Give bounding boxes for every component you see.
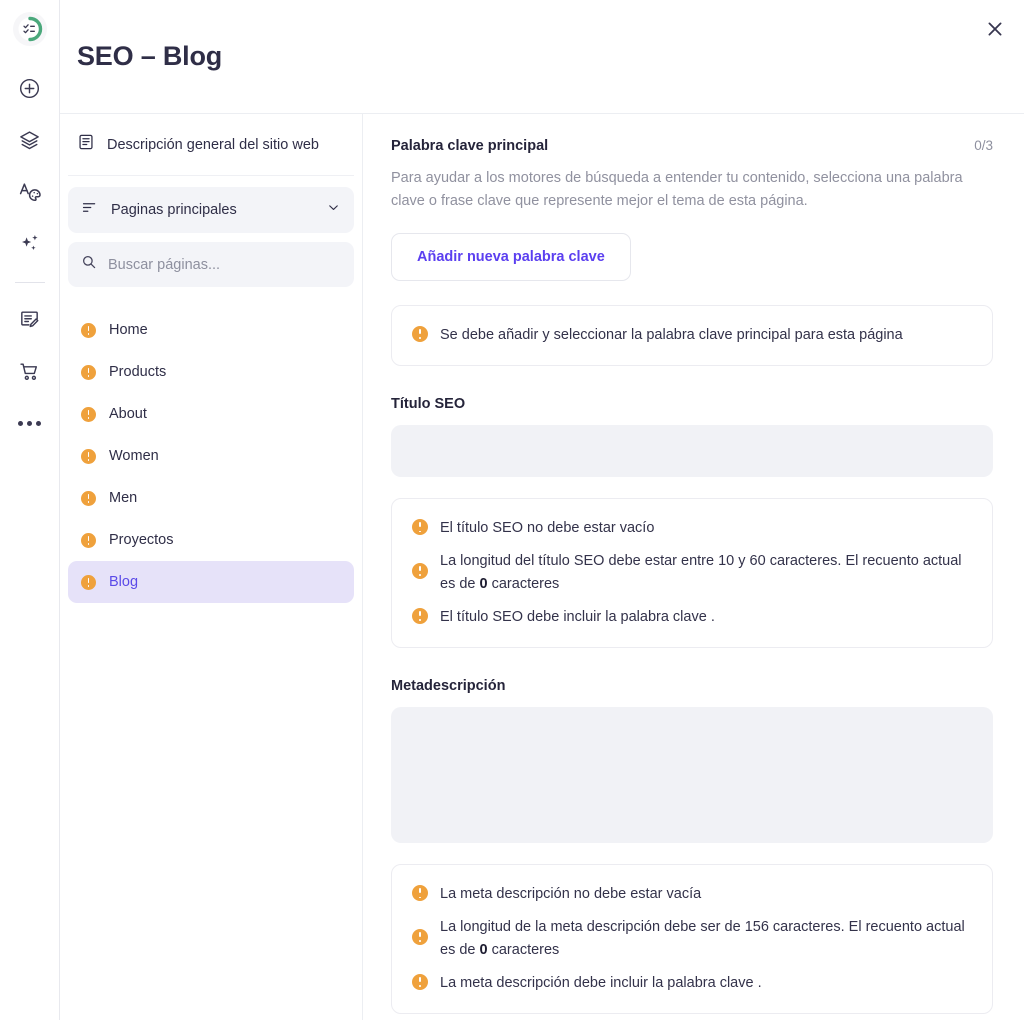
list-item-label: Home [109,322,148,338]
notice-text-post: caracteres [488,942,560,958]
panel-body: Descripción general del sitio web Pagina… [60,113,1024,1020]
warning-icon [412,519,428,535]
warning-icon [412,608,428,624]
list-item[interactable]: Men [68,477,354,519]
list-item-label: Proyectos [109,532,173,548]
sidebar-item-label: Descripción general del sitio web [107,137,319,153]
plus-circle-icon[interactable] [10,68,50,108]
list-filter-icon [81,199,98,221]
seo-title-label: Título SEO [391,396,993,412]
notice-text-count: 0 [480,576,488,592]
document-icon [77,133,95,156]
app-logo-icon[interactable] [13,12,47,46]
seo-panel-window: SEO – Blog Descripción general del sitio… [0,0,1024,1020]
warning-icon [412,563,428,579]
warning-icon [81,323,96,338]
list-item-label: About [109,406,147,422]
meta-description-label: Metadescripción [391,678,993,694]
chevron-down-icon[interactable] [326,200,341,220]
ellipsis-icon[interactable] [10,403,50,443]
panel-header: SEO – Blog [60,0,1024,113]
keyword-section-title: Palabra clave principal [391,138,548,154]
pages-list: Home Products About Women [68,309,354,603]
list-item[interactable]: Proyectos [68,519,354,561]
warning-icon [81,407,96,422]
notice-text: La longitud del título SEO debe estar en… [440,550,972,597]
list-item-label: Men [109,490,137,506]
meta-description-input[interactable] [391,707,993,843]
notice-row: El título SEO debe incluir la palabra cl… [412,606,972,629]
notice-row: La meta descripción debe incluir la pala… [412,972,972,995]
seo-title-input[interactable] [391,425,993,477]
notice-row: La longitud de la meta descripción debe … [412,916,972,963]
notice-text-post: caracteres [488,576,560,592]
notice-text: El título SEO debe incluir la palabra cl… [440,606,715,629]
list-item[interactable]: Products [68,351,354,393]
warning-icon [81,491,96,506]
panel: SEO – Blog Descripción general del sitio… [60,0,1024,1020]
pages-group-label: Paginas principales [111,202,313,218]
notice-text: El título SEO no debe estar vacío [440,517,654,540]
list-item-label: Products [109,364,166,380]
warning-icon [81,365,96,380]
list-item-label: Women [109,448,159,464]
search-input[interactable] [108,257,341,273]
notice-text: La meta descripción debe incluir la pala… [440,972,762,995]
warning-icon [81,533,96,548]
list-item-selected[interactable]: Blog [68,561,354,603]
list-item[interactable]: Women [68,435,354,477]
sparkles-ai-icon[interactable] [10,224,50,264]
pages-sidebar: Descripción general del sitio web Pagina… [60,114,363,1020]
warning-icon [412,885,428,901]
notice-row: Se debe añadir y seleccionar la palabra … [412,324,972,347]
keyword-section-description: Para ayudar a los motores de búsqueda a … [391,167,966,214]
blog-edit-icon[interactable] [10,299,50,339]
notice-row: El título SEO no debe estar vacío [412,517,972,540]
close-icon[interactable] [978,12,1012,46]
notice-text: Se debe añadir y seleccionar la palabra … [440,324,903,347]
list-item[interactable]: Home [68,309,354,351]
meta-description-notice-box: La meta descripción no debe estar vacía … [391,864,993,1014]
search-pages-row[interactable] [68,242,354,287]
page-title: SEO – Blog [77,41,222,72]
notice-row: La longitud del título SEO debe estar en… [412,550,972,597]
add-keyword-button[interactable]: Añadir nueva palabra clave [391,233,631,281]
sidebar-item-site-overview[interactable]: Descripción general del sitio web [68,114,354,176]
shopping-cart-icon[interactable] [10,351,50,391]
warning-icon [81,575,96,590]
seo-content: Palabra clave principal 0/3 Para ayudar … [363,114,1024,1020]
warning-icon [81,449,96,464]
left-icon-rail [0,0,60,1020]
notice-text: La longitud de la meta descripción debe … [440,916,972,963]
notice-text: La meta descripción no debe estar vacía [440,883,701,906]
rail-divider [15,282,45,283]
keyword-notice-box: Se debe añadir y seleccionar la palabra … [391,305,993,366]
list-item[interactable]: About [68,393,354,435]
warning-icon [412,929,428,945]
layers-icon[interactable] [10,120,50,160]
keyword-counter: 0/3 [974,138,993,153]
notice-text-count: 0 [480,942,488,958]
search-icon [81,254,97,275]
warning-icon [412,326,428,342]
keyword-section-header: Palabra clave principal 0/3 [391,138,993,154]
notice-row: La meta descripción no debe estar vacía [412,883,972,906]
list-item-label: Blog [109,574,138,590]
seo-title-notice-box: El título SEO no debe estar vacío La lon… [391,498,993,648]
pages-group-selector[interactable]: Paginas principales [68,187,354,233]
theme-palette-icon[interactable] [10,172,50,212]
warning-icon [412,974,428,990]
